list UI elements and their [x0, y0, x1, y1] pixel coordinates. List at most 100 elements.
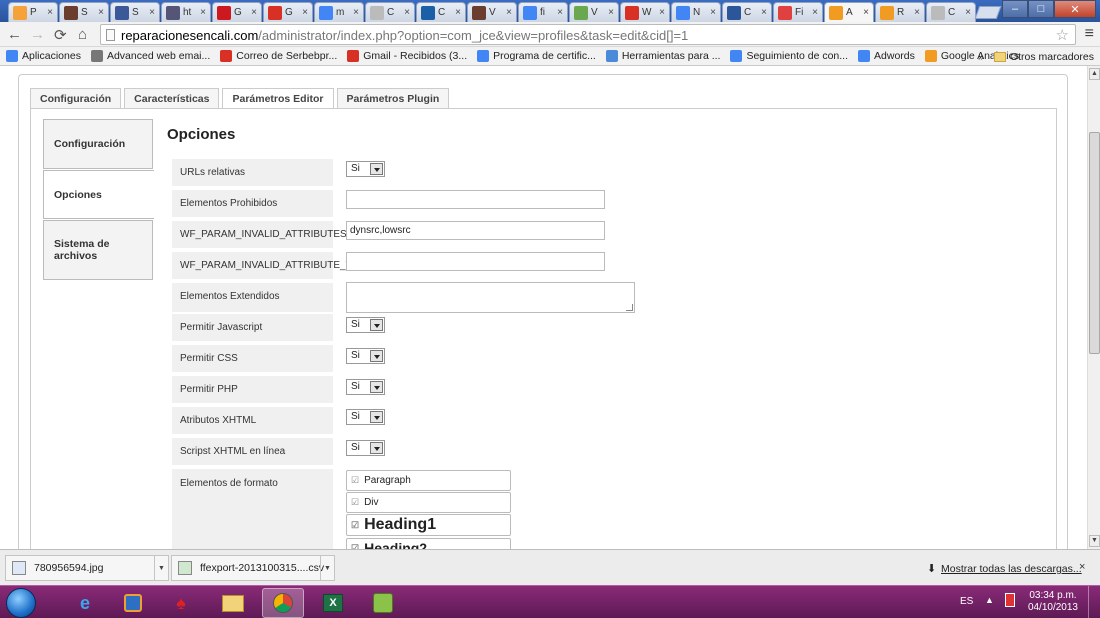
bookmark-item[interactable]: Advanced web emai...	[90, 50, 210, 62]
bookmark-item[interactable]: Adwords	[858, 50, 915, 62]
tab-close-icon[interactable]: ×	[455, 7, 461, 18]
side-nav-item[interactable]: Sistema de archivos	[43, 220, 153, 280]
text-input[interactable]: dynsrc,lowsrc	[346, 221, 605, 240]
browser-tab[interactable]: S ×	[59, 2, 109, 22]
browser-tab[interactable]: P ×	[8, 2, 58, 22]
reload-icon[interactable]: ⟳	[54, 26, 67, 44]
textarea-input[interactable]	[346, 282, 635, 313]
browser-tab[interactable]: C ×	[722, 2, 772, 22]
text-input[interactable]	[346, 190, 605, 209]
scroll-thumb[interactable]	[1089, 132, 1100, 354]
browser-tab[interactable]: V ×	[569, 2, 619, 22]
start-button[interactable]	[6, 588, 36, 618]
browser-tab[interactable]: V ×	[467, 2, 517, 22]
tab-close-icon[interactable]: ×	[251, 7, 257, 18]
show-all-downloads-link[interactable]: Mostrar todas las descargas...	[941, 563, 1082, 575]
tab-close-icon[interactable]: ×	[761, 7, 767, 18]
media-player-icon[interactable]	[112, 588, 154, 618]
back-arrow-icon[interactable]: ←	[7, 26, 22, 43]
browser-tab[interactable]: G ×	[212, 2, 262, 22]
dropdown-arrow-icon[interactable]	[370, 350, 383, 362]
tab-close-icon[interactable]: ×	[353, 7, 359, 18]
language-indicator[interactable]: ES	[960, 596, 973, 607]
yes-no-select[interactable]: Si	[346, 317, 385, 333]
close-window-button[interactable]: ✕	[1054, 0, 1096, 18]
tray-expand-icon[interactable]: ▲	[985, 595, 994, 605]
format-element-item[interactable]: ☑ Paragraph	[346, 470, 511, 491]
bookmark-item[interactable]: Correo de Serbebpr...	[220, 50, 337, 62]
tab-close-icon[interactable]: ×	[608, 7, 614, 18]
bookmark-item[interactable]: Herramientas para ...	[605, 50, 720, 62]
show-desktop-button[interactable]	[1088, 586, 1100, 618]
internet-explorer-icon[interactable]: e	[64, 588, 106, 618]
other-bookmarks[interactable]: Otros marcadores	[1010, 51, 1094, 63]
editor-tab[interactable]: Configuración	[30, 88, 122, 108]
bookmark-item[interactable]: Seguimiento de con...	[730, 50, 848, 62]
tab-close-icon[interactable]: ×	[659, 7, 665, 18]
tab-close-icon[interactable]: ×	[914, 7, 920, 18]
scroll-up-arrow-icon[interactable]: ▲	[1089, 68, 1100, 80]
new-tab-button[interactable]	[974, 6, 1002, 19]
tab-close-icon[interactable]: ×	[965, 7, 971, 18]
browser-tab[interactable]: C ×	[365, 2, 415, 22]
chrome-icon[interactable]	[262, 588, 304, 618]
close-downloads-button[interactable]: ×	[1079, 561, 1085, 573]
yes-no-select[interactable]: Si	[346, 379, 385, 395]
side-nav-item[interactable]: Configuración	[43, 119, 153, 169]
menu-hamburger-icon[interactable]: ≡	[1085, 25, 1094, 43]
download-menu-arrow-icon[interactable]: ▼	[154, 556, 168, 580]
checkbox-icon[interactable]: ☑	[351, 497, 359, 508]
format-element-item[interactable]: ☑ Heading2	[346, 538, 511, 549]
dropdown-arrow-icon[interactable]	[370, 442, 383, 454]
browser-tab[interactable]: fi ×	[518, 2, 568, 22]
dropdown-arrow-icon[interactable]	[370, 381, 383, 393]
bookmark-item[interactable]: Programa de certific...	[477, 50, 596, 62]
app-green-icon[interactable]	[362, 588, 404, 618]
app-icon[interactable]: ♠	[160, 588, 202, 618]
checkbox-icon[interactable]: ☑	[351, 520, 359, 531]
tab-close-icon[interactable]: ×	[812, 7, 818, 18]
tab-close-icon[interactable]: ×	[47, 7, 53, 18]
browser-tab[interactable]: Fi ×	[773, 2, 823, 22]
tab-close-icon[interactable]: ×	[506, 7, 512, 18]
editor-tab[interactable]: Parámetros Plugin	[336, 88, 450, 108]
browser-tab[interactable]: N ×	[671, 2, 721, 22]
browser-tab[interactable]: S ×	[110, 2, 160, 22]
network-icon[interactable]	[1005, 593, 1015, 607]
tab-close-icon[interactable]: ×	[98, 7, 104, 18]
maximize-button[interactable]: □	[1028, 0, 1054, 18]
bookmarks-overflow[interactable]: »	[978, 51, 984, 63]
browser-tab[interactable]: A ×	[824, 2, 874, 22]
bookmark-item[interactable]: Aplicaciones	[6, 50, 81, 62]
download-item[interactable]: 780956594.jpg ▼	[5, 555, 169, 581]
download-menu-arrow-icon[interactable]: ▼	[320, 556, 334, 580]
yes-no-select[interactable]: Si	[346, 348, 385, 364]
browser-tab[interactable]: C ×	[926, 2, 976, 22]
tab-close-icon[interactable]: ×	[149, 7, 155, 18]
browser-tab[interactable]: G ×	[263, 2, 313, 22]
tab-close-icon[interactable]: ×	[302, 7, 308, 18]
tab-close-icon[interactable]: ×	[404, 7, 410, 18]
dropdown-arrow-icon[interactable]	[370, 163, 383, 175]
browser-tab[interactable]: W ×	[620, 2, 670, 22]
tab-close-icon[interactable]: ×	[863, 7, 869, 18]
yes-no-select[interactable]: Si	[346, 440, 385, 456]
scroll-down-arrow-icon[interactable]: ▼	[1089, 535, 1100, 547]
format-element-item[interactable]: ☑ Heading1	[346, 514, 511, 536]
format-element-item[interactable]: ☑ Div	[346, 492, 511, 513]
dropdown-arrow-icon[interactable]	[370, 411, 383, 423]
editor-tab[interactable]: Características	[124, 88, 220, 108]
tab-close-icon[interactable]: ×	[200, 7, 206, 18]
editor-tab[interactable]: Parámetros Editor	[222, 88, 334, 109]
bookmark-star-icon[interactable]: ☆	[1056, 26, 1069, 44]
page-scrollbar[interactable]: ▲ ▼	[1087, 66, 1100, 549]
forward-arrow-icon[interactable]: →	[30, 26, 45, 43]
tab-close-icon[interactable]: ×	[557, 7, 563, 18]
bookmark-item[interactable]: Gmail - Recibidos (3...	[347, 50, 467, 62]
address-bar[interactable]: reparacionesencali.com/administrator/ind…	[100, 24, 1076, 45]
browser-tab[interactable]: m ×	[314, 2, 364, 22]
excel-icon[interactable]: X	[312, 588, 354, 618]
side-nav-item[interactable]: Opciones	[43, 170, 154, 219]
home-icon[interactable]: ⌂	[78, 26, 87, 43]
file-explorer-icon[interactable]	[212, 588, 254, 618]
